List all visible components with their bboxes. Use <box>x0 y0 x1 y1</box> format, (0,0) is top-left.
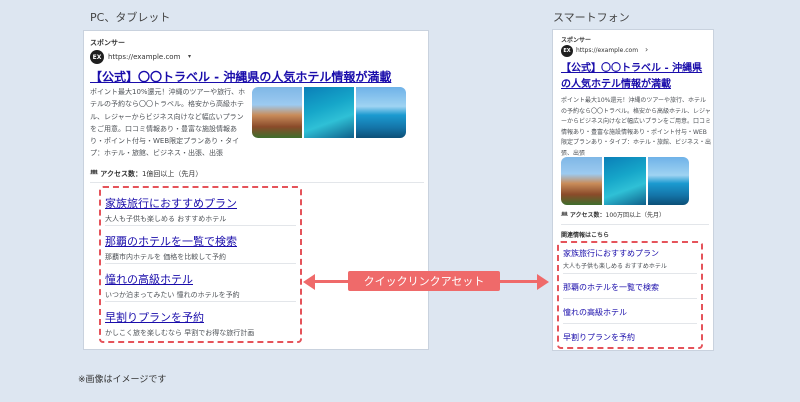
sp-access-value: 100万回以上（先月） <box>605 212 665 219</box>
sp-quicklink-3-title[interactable]: 憧れの高級ホテル <box>563 307 697 318</box>
pc-quicklink-4[interactable]: 早割りプランを予約 かしこく旅を楽しむなら 早割でお得な旅行計画 <box>105 302 296 340</box>
beach-hotel-image[interactable] <box>356 87 406 138</box>
sp-image-gallery[interactable] <box>561 157 689 205</box>
divider <box>90 182 424 183</box>
pc-sponsor-label: スポンサー <box>90 39 125 47</box>
pc-quicklink-3[interactable]: 憧れの高級ホテル いつか泊まってみたい 憧れのホテルを予約 <box>105 264 296 302</box>
chevron-right-icon[interactable]: › <box>645 45 648 54</box>
beach-hotel-image[interactable] <box>647 157 689 205</box>
sp-access-count: ᚙ アクセス数：100万回以上（先月） <box>561 210 665 219</box>
pc-quicklink-3-sub: いつか泊まってみたい 憧れのホテルを予約 <box>105 291 240 299</box>
pc-quicklink-4-sub: かしこく旅を楽しむなら 早割でお得な旅行計画 <box>105 329 255 337</box>
pc-quicklink-2-sub: 那覇市内ホテルを 価格を比較して予約 <box>105 253 227 261</box>
sp-ad-card: スポンサー EX https://example.com › 【公式】〇〇トラベ… <box>552 29 714 351</box>
sp-sponsor-label: スポンサー <box>561 37 592 44</box>
pc-image-gallery[interactable] <box>252 87 406 138</box>
sp-quicklink-1[interactable]: 家族旅行におすすめプラン 大人も子供も楽しめる おすすめホテル <box>563 243 697 274</box>
sp-quicklink-box: 家族旅行におすすめプラン 大人も子供も楽しめる おすすめホテル 那覇のホテルを一… <box>557 241 703 349</box>
pc-favicon: EX <box>90 50 104 64</box>
pc-quicklink-1-title[interactable]: 家族旅行におすすめプラン <box>105 195 296 211</box>
shisa-image[interactable] <box>561 157 603 205</box>
sp-quicklink-3[interactable]: 憧れの高級ホテル <box>563 299 697 324</box>
diving-image[interactable] <box>604 157 646 205</box>
pc-quicklink-box: 家族旅行におすすめプラン 大人も子供も楽しめる おすすめホテル 那覇のホテルを一… <box>99 186 302 343</box>
pc-ad-card: スポンサー EX https://example.com ▾ 【公式】〇〇トラベ… <box>83 30 429 350</box>
arrow-right-icon <box>537 274 549 290</box>
divider <box>561 224 709 225</box>
quicklink-asset-callout: クイックリンクアセット <box>348 271 500 291</box>
sp-quicklink-1-sub: 大人も子供も楽しめる おすすめホテル <box>563 263 667 270</box>
sp-quicklink-2-title[interactable]: 那覇のホテルを一覧で検索 <box>563 282 697 293</box>
sp-quicklink-4[interactable]: 早割りプランを予約 <box>563 324 697 348</box>
pc-display-url[interactable]: https://example.com <box>108 53 180 61</box>
pc-access-value: 1億回以上（先月） <box>141 170 203 178</box>
sp-favicon: EX <box>561 45 573 57</box>
pc-section-label: PC、タブレット <box>90 11 171 24</box>
person-icon: ᚙ <box>561 212 568 219</box>
pc-ad-description: ポイント最大10%還元！沖縄のツアーや旅行、ホテルの予約なら〇〇トラベル。格安か… <box>90 88 246 158</box>
diving-image[interactable] <box>304 87 354 138</box>
pc-quicklink-1-sub: 大人も子供も楽しめる おすすめホテル <box>105 215 227 223</box>
image-note: ※画像はイメージです <box>78 375 167 385</box>
sp-ad-description: ポイント最大10%還元！沖縄のツアーや旅行、ホテルの予約なら〇〇トラベル。格安か… <box>561 97 711 156</box>
pc-access-count: ᚙ アクセス数：1億回以上（先月） <box>90 169 202 179</box>
person-icon: ᚙ <box>90 170 99 178</box>
pc-access-label: アクセス数： <box>100 170 142 178</box>
pc-ad-headline[interactable]: 【公式】〇〇トラベル - 沖縄県の人気ホテル情報が満載 <box>90 68 425 85</box>
pc-quicklink-3-title[interactable]: 憧れの高級ホテル <box>105 271 296 287</box>
pc-quicklink-4-title[interactable]: 早割りプランを予約 <box>105 309 296 325</box>
sp-quicklink-4-title[interactable]: 早割りプランを予約 <box>563 332 697 343</box>
pc-quicklink-2-title[interactable]: 那覇のホテルを一覧で検索 <box>105 233 296 249</box>
sp-quicklink-2[interactable]: 那覇のホテルを一覧で検索 <box>563 274 697 299</box>
sp-quicklink-1-title[interactable]: 家族旅行におすすめプラン <box>563 248 697 259</box>
arrow-line-right <box>498 280 538 283</box>
sp-ad-headline[interactable]: 【公式】〇〇トラベル - 沖縄県の人気ホテル情報が満載 <box>561 61 709 92</box>
shisa-image[interactable] <box>252 87 302 138</box>
pc-quicklink-2[interactable]: 那覇のホテルを一覧で検索 那覇市内ホテルを 価格を比較して予約 <box>105 226 296 264</box>
pc-quicklink-1[interactable]: 家族旅行におすすめプラン 大人も子供も楽しめる おすすめホテル <box>105 188 296 226</box>
sp-section-label: スマートフォン <box>553 11 630 24</box>
sp-related-label: 関連情報はこちら <box>561 232 610 239</box>
chevron-down-icon[interactable]: ▾ <box>188 53 191 60</box>
sp-access-label: アクセス数： <box>569 212 606 219</box>
sp-display-url[interactable]: https://example.com <box>576 47 638 54</box>
